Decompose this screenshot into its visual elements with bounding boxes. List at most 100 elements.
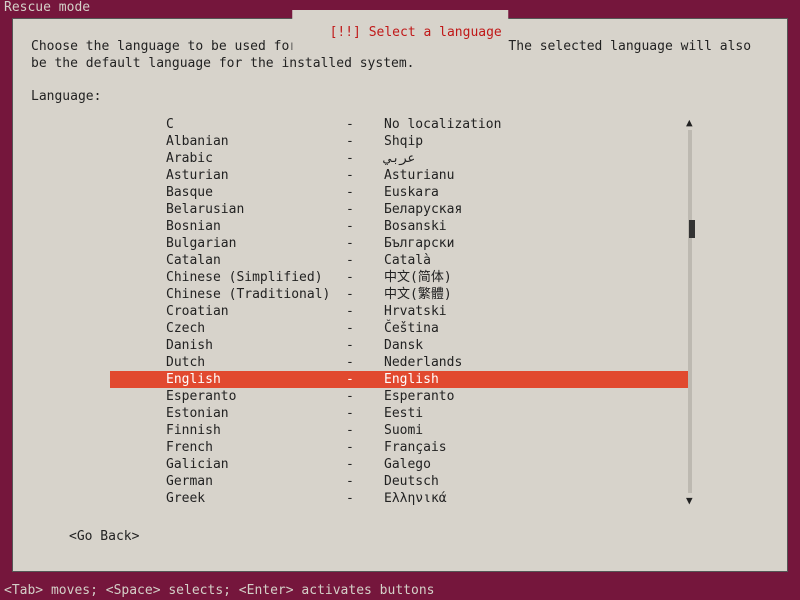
language-separator: - [346,388,384,405]
go-back-button[interactable]: <Go Back> [69,529,139,544]
language-option[interactable]: Croatian-Hrvatski [110,303,690,320]
language-separator: - [346,218,384,235]
language-option[interactable]: French-Français [110,439,690,456]
language-name-native: Galego [384,456,690,473]
language-name-native: Dansk [384,337,690,354]
language-name-english: Belarusian [166,201,346,218]
language-name-native: Asturianu [384,167,690,184]
language-name-native: Shqip [384,133,690,150]
language-option[interactable]: Catalan-Català [110,252,690,269]
language-separator: - [346,303,384,320]
language-name-english: Croatian [166,303,346,320]
language-field-label: Language: [31,89,769,104]
language-name-english: C [166,116,346,133]
language-separator: - [346,269,384,286]
language-name-native: Deutsch [384,473,690,490]
language-name-english: Dutch [166,354,346,371]
language-name-native: 中文(简体) [384,269,690,286]
language-list[interactable]: C-No localizationAlbanian-ShqipArabic-عر… [110,116,690,507]
language-name-english: Finnish [166,422,346,439]
language-name-english: German [166,473,346,490]
language-name-english: Esperanto [166,388,346,405]
language-name-native: 中文(繁體) [384,286,690,303]
language-name-native: Hrvatski [384,303,690,320]
scroll-track[interactable] [688,130,692,493]
language-separator: - [346,201,384,218]
language-name-english: Czech [166,320,346,337]
language-name-native: عربي [384,150,690,167]
language-option[interactable]: Greek-Ελληνικά [110,490,690,507]
language-separator: - [346,422,384,439]
language-separator: - [346,439,384,456]
language-name-native: Nederlands [384,354,690,371]
language-separator: - [346,456,384,473]
language-separator: - [346,167,384,184]
language-separator: - [346,354,384,371]
language-name-english: Chinese (Traditional) [166,286,346,303]
scrollbar[interactable]: ▲ ▼ [686,116,696,507]
language-name-english: Greek [166,490,346,507]
language-name-english: French [166,439,346,456]
language-option[interactable]: Arabic-عربي [110,150,690,167]
language-separator: - [346,473,384,490]
footer-help: <Tab> moves; <Space> selects; <Enter> ac… [4,583,434,598]
language-name-native: Ελληνικά [384,490,690,507]
language-option[interactable]: Galician-Galego [110,456,690,473]
language-option[interactable]: Finnish-Suomi [110,422,690,439]
language-name-native: Català [384,252,690,269]
language-option[interactable]: Bulgarian-Български [110,235,690,252]
language-name-native: Français [384,439,690,456]
language-separator: - [346,320,384,337]
language-separator: - [346,150,384,167]
language-separator: - [346,235,384,252]
language-option[interactable]: Czech-Čeština [110,320,690,337]
language-separator: - [346,337,384,354]
dialog-title: [!!] Select a language [292,10,508,55]
language-name-native: Euskara [384,184,690,201]
language-name-native: Suomi [384,422,690,439]
language-name-english: Chinese (Simplified) [166,269,346,286]
scroll-down-icon[interactable]: ▼ [686,494,693,507]
language-name-english: Albanian [166,133,346,150]
language-name-english: Danish [166,337,346,354]
language-option[interactable]: Dutch-Nederlands [110,354,690,371]
language-name-english: Galician [166,456,346,473]
select-language-dialog: [!!] Select a language Choose the langua… [12,18,788,572]
language-separator: - [346,405,384,422]
language-option[interactable]: Bosnian-Bosanski [110,218,690,235]
language-name-native: Eesti [384,405,690,422]
language-separator: - [346,252,384,269]
language-name-english: Arabic [166,150,346,167]
language-option[interactable]: English-English [110,371,690,388]
language-separator: - [346,116,384,133]
language-name-english: Basque [166,184,346,201]
language-list-wrap: C-No localizationAlbanian-ShqipArabic-عر… [110,116,690,507]
language-separator: - [346,286,384,303]
language-name-native: No localization [384,116,690,133]
language-name-english: Catalan [166,252,346,269]
language-option[interactable]: Estonian-Eesti [110,405,690,422]
language-separator: - [346,184,384,201]
language-option[interactable]: Esperanto-Esperanto [110,388,690,405]
scroll-up-icon[interactable]: ▲ [686,116,693,129]
language-name-native: Čeština [384,320,690,337]
language-option[interactable]: Albanian-Shqip [110,133,690,150]
language-name-native: Български [384,235,690,252]
language-separator: - [346,133,384,150]
scroll-thumb[interactable] [689,220,695,238]
language-name-english: Asturian [166,167,346,184]
dialog-content: Choose the language to be used for the i… [13,19,787,554]
language-option[interactable]: C-No localization [110,116,690,133]
language-name-native: English [384,371,690,388]
language-name-english: Bosnian [166,218,346,235]
language-option[interactable]: Chinese (Traditional)-中文(繁體) [110,286,690,303]
language-option[interactable]: German-Deutsch [110,473,690,490]
language-name-english: Bulgarian [166,235,346,252]
language-option[interactable]: Danish-Dansk [110,337,690,354]
language-option[interactable]: Chinese (Simplified)-中文(简体) [110,269,690,286]
language-name-native: Esperanto [384,388,690,405]
language-option[interactable]: Belarusian-Беларуская [110,201,690,218]
language-option[interactable]: Asturian-Asturianu [110,167,690,184]
language-name-english: English [166,371,346,388]
language-option[interactable]: Basque-Euskara [110,184,690,201]
